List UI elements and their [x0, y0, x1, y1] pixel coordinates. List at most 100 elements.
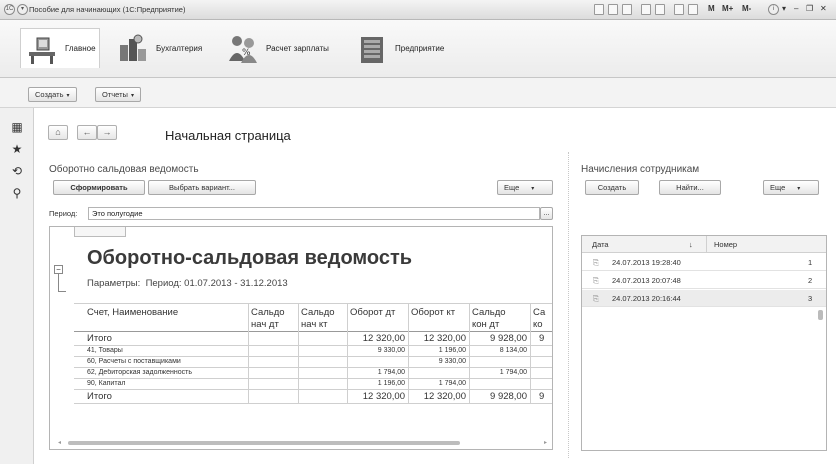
horizontal-scrollbar[interactable]	[68, 441, 460, 445]
row-account: Итого	[87, 333, 112, 344]
section-salary-label: Расчет зарплаты	[266, 43, 329, 53]
memory-minus-button[interactable]: M-	[742, 4, 751, 13]
info-icon[interactable]: i	[768, 4, 779, 15]
all-functions-grid-icon[interactable]: ▦	[10, 120, 24, 134]
row-number: 3	[808, 294, 813, 303]
period-select-button[interactable]: ...	[540, 207, 553, 220]
column-header-number[interactable]: Номер	[714, 240, 737, 249]
section-main[interactable]: Главное	[20, 28, 100, 68]
row-turnover-debit: 9 330,00	[377, 347, 405, 354]
report-panel-title: Оборотно сальдовая ведомость	[49, 164, 199, 175]
table-row-selected[interactable]: ⎘ 24.07.2013 20:16:44 3	[582, 290, 826, 307]
row-line	[74, 356, 552, 357]
tool-strip: ▦ ★ ⟲ ⚲	[0, 108, 34, 464]
period-input[interactable]: Это полугодие	[88, 207, 540, 220]
sort-arrow-down-icon: ↓	[689, 240, 693, 249]
sections-panel: Главное Бухгалтерия % Расчет зарплаты Пр…	[0, 20, 836, 78]
row-account: Итого	[87, 391, 112, 402]
chevron-down-icon: ▾	[797, 186, 801, 192]
row-turnover-credit: 12 320,00	[423, 391, 466, 402]
table-row[interactable]: ⎘ 24.07.2013 19:28:40 1	[582, 254, 826, 271]
save-icon[interactable]	[594, 4, 604, 15]
accruals-table[interactable]: Дата ↓ Номер ⎘ 24.07.2013 19:28:40 1 ⎘ 2…	[581, 235, 827, 451]
close-icon[interactable]: ✕	[820, 4, 827, 13]
accruals-create-button[interactable]: Создать	[585, 180, 639, 195]
chevron-down-icon: ▾	[130, 93, 134, 99]
vertical-scrollbar[interactable]	[818, 310, 823, 320]
column-header: Сальдо	[251, 307, 285, 318]
col-divider	[408, 303, 409, 403]
row-line	[74, 345, 552, 346]
reports-menu-button[interactable]: Отчеты ▾	[95, 87, 141, 102]
generate-button[interactable]: Сформировать	[53, 180, 145, 195]
collapse-group-icon[interactable]: −	[54, 265, 63, 274]
col-divider	[530, 303, 531, 403]
home-icon: ⌂	[55, 127, 61, 137]
row-end-debit: 8 134,00	[499, 347, 527, 354]
section-salary[interactable]: % Расчет зарплаты	[226, 28, 329, 68]
row-account: 90, Капитал	[87, 380, 126, 387]
accruals-find-button[interactable]: Найти...	[659, 180, 721, 195]
print-icon[interactable]	[608, 4, 618, 15]
accounting-icon	[120, 34, 146, 61]
back-button[interactable]: ←	[77, 125, 97, 140]
chevron-down-icon: ▾	[66, 93, 70, 99]
table-bottom-line	[74, 403, 552, 404]
info-dropdown-icon[interactable]: ▾	[782, 4, 786, 13]
report-document[interactable]: − Оборотно-сальдовая ведомость Параметры…	[49, 226, 553, 450]
app-logo-icon[interactable]: 1С	[4, 4, 15, 15]
calendar-icon[interactable]	[674, 4, 684, 15]
column-header: Сальдо	[301, 307, 335, 318]
accruals-more-label: Еще	[770, 183, 786, 192]
column-header-sub: нач кт	[301, 319, 328, 330]
memory-button[interactable]: M	[708, 4, 715, 13]
page-title: Начальная страница	[165, 128, 291, 143]
accruals-more-button[interactable]: Еще ▾	[763, 180, 819, 195]
accruals-panel-title: Начисления сотрудникам	[581, 164, 700, 175]
section-enterprise[interactable]: Предприятие	[355, 28, 444, 68]
column-header: Оборот дт	[350, 307, 396, 318]
scroll-left-icon[interactable]: ◂	[58, 439, 68, 447]
arrow-right-icon: →	[102, 127, 112, 137]
col-divider	[469, 303, 470, 403]
main-menu-icon[interactable]: ▾	[17, 4, 28, 15]
search-icon[interactable]: ⚲	[10, 186, 24, 200]
column-header: Оборот кт	[411, 307, 456, 318]
select-variant-button[interactable]: Выбрать вариант...	[148, 180, 256, 195]
window-title: Пособие для начинающих (1С:Предприятие)	[29, 5, 186, 14]
report-more-label: Еще	[504, 183, 520, 192]
section-accounting[interactable]: Бухгалтерия	[116, 28, 202, 68]
favorites-star-icon[interactable]: ★	[10, 142, 24, 156]
reports-menu-label: Отчеты	[102, 90, 128, 99]
home-icon[interactable]	[641, 4, 651, 15]
memory-plus-button[interactable]: M+	[722, 4, 733, 13]
minimize-icon[interactable]: –	[794, 4, 798, 13]
forward-button[interactable]: →	[97, 125, 117, 140]
history-icon[interactable]: ⟲	[10, 164, 24, 178]
report-more-button[interactable]: Еще ▾	[497, 180, 553, 195]
period-label: Период:	[49, 209, 78, 218]
history-icon[interactable]	[655, 4, 665, 15]
table-header-line	[74, 331, 552, 332]
restore-icon[interactable]: ❐	[806, 4, 813, 13]
preview-icon[interactable]	[622, 4, 632, 15]
home-desk-icon	[29, 37, 55, 64]
row-turnover-debit: 12 320,00	[362, 333, 405, 344]
table-top-line	[74, 303, 552, 304]
column-header-date[interactable]: Дата	[592, 240, 609, 249]
calculator-icon[interactable]	[688, 4, 698, 15]
row-end-debit: 9 928,00	[490, 333, 527, 344]
row-turnover-credit: 12 320,00	[423, 333, 466, 344]
group-bracket-foot	[58, 291, 66, 292]
column-header-sub: кон дт	[472, 319, 500, 330]
row-number: 2	[808, 276, 813, 285]
table-row[interactable]: ⎘ 24.07.2013 20:07:48 2	[582, 272, 826, 289]
row-line	[74, 389, 552, 390]
column-header: Са	[533, 307, 546, 318]
section-main-label: Главное	[65, 44, 96, 53]
title-bar: 1С ▾ Пособие для начинающих (1С:Предприя…	[0, 0, 836, 20]
create-menu-button[interactable]: Создать ▾	[28, 87, 77, 102]
row-number: 1	[808, 258, 813, 267]
scroll-right-icon[interactable]: ▸	[544, 439, 552, 447]
home-button[interactable]: ⌂	[48, 125, 68, 140]
